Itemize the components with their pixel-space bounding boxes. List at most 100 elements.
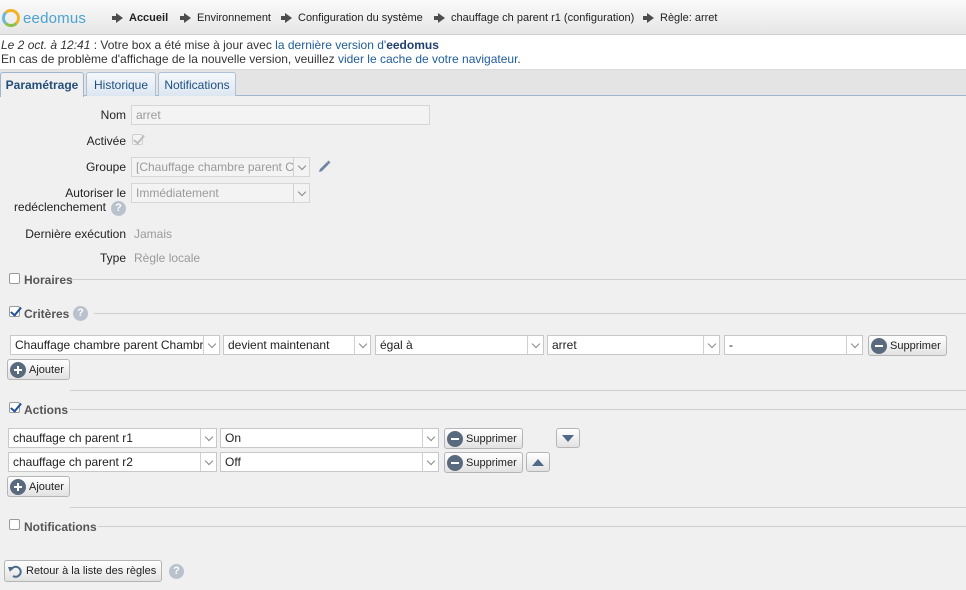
chevron-down-icon: [422, 453, 438, 471]
breadcrumb-device[interactable]: chauffage ch parent r1 (configuration): [434, 12, 634, 24]
notice-line-1: Le 2 oct. à 12:41 : Votre box a été mise…: [1, 38, 966, 52]
move-up-button[interactable]: [526, 452, 550, 472]
select-value: On: [225, 431, 242, 445]
tab-parametrage[interactable]: Paramétrage: [0, 72, 84, 97]
notice-text: .: [517, 52, 521, 66]
criteria-checkbox[interactable]: [9, 306, 20, 317]
latest-version-link[interactable]: la dernière version d': [275, 38, 386, 52]
criteria-value-select[interactable]: arret: [547, 335, 720, 355]
enabled-label: Activée: [86, 134, 126, 148]
divider: [70, 390, 966, 391]
update-notice: Le 2 oct. à 12:41 : Votre box a été mise…: [0, 35, 966, 70]
breadcrumb-label: Règle: arret: [660, 12, 718, 24]
divider: [70, 279, 966, 280]
arrow-down-icon: [562, 434, 574, 442]
button-label: Supprimer: [466, 432, 517, 445]
arrow-up-icon: [532, 458, 544, 466]
criteria-operator-select[interactable]: égal à: [375, 335, 544, 355]
breadcrumb-arrow-icon: [180, 13, 191, 23]
action-device-select-1[interactable]: chauffage ch parent r1: [8, 428, 217, 448]
action-delete-button-1[interactable]: Supprimer: [444, 428, 523, 449]
criteria-section-title: Critères: [24, 307, 70, 321]
type-value: Règle locale: [134, 251, 201, 265]
tab-notifications[interactable]: Notifications: [158, 72, 236, 96]
group-label: Groupe: [85, 160, 126, 174]
minus-circle-icon: [447, 430, 463, 447]
schedule-checkbox[interactable]: [9, 273, 20, 284]
button-label: Supprimer: [466, 456, 517, 469]
logo-ring-icon: [2, 9, 20, 27]
name-input[interactable]: arret: [131, 105, 430, 125]
select-value: devient maintenant: [228, 338, 330, 352]
divider: [70, 507, 966, 508]
group-select-value: [Chauffage chambre parent C: [136, 160, 294, 174]
eedomus-logo[interactable]: eedomus: [0, 8, 86, 28]
clear-cache-link[interactable]: vider le cache de votre navigateur: [338, 52, 517, 66]
button-label: Retour à la liste des règles: [26, 565, 157, 577]
action-value-select-2[interactable]: Off: [220, 452, 439, 472]
move-down-button[interactable]: [556, 428, 580, 448]
button-label: Ajouter: [29, 363, 64, 376]
breadcrumb-configuration[interactable]: Configuration du système: [281, 12, 423, 24]
chevron-down-icon: [293, 158, 309, 176]
notice-date: Le 2 oct. à 12:41: [1, 38, 91, 52]
logo-text: eedomus: [23, 9, 87, 27]
back-to-rules-button[interactable]: Retour à la liste des règles: [4, 560, 163, 582]
chevron-down-icon: [293, 184, 309, 202]
breadcrumb-label: Configuration du système: [298, 12, 423, 24]
enabled-checkbox[interactable]: [132, 134, 143, 145]
chevron-down-icon: [846, 336, 862, 354]
retrigger-label-line1: Autoriser le: [65, 186, 126, 200]
action-device-select-2[interactable]: chauffage ch parent r2: [8, 452, 217, 472]
action-value-select-1[interactable]: On: [220, 428, 439, 448]
action-add-button[interactable]: Ajouter: [7, 476, 70, 497]
criteria-delete-button[interactable]: Supprimer: [868, 335, 947, 356]
select-value: chauffage ch parent r2: [13, 455, 133, 469]
select-value: arret: [552, 338, 577, 352]
group-select[interactable]: [Chauffage chambre parent C: [131, 157, 310, 177]
breadcrumb-label: chauffage ch parent r1 (configuration): [451, 12, 635, 24]
tab-historique[interactable]: Historique: [86, 72, 156, 96]
criteria-device-select[interactable]: Chauffage chambre parent Chambr: [10, 335, 220, 355]
plus-circle-icon: [10, 361, 26, 378]
criteria-condition-select[interactable]: devient maintenant: [223, 335, 371, 355]
notice-brand: eedomus: [386, 38, 439, 52]
notice-line-2: En cas de problème d'affichage de la nou…: [1, 52, 966, 66]
chevron-down-icon: [354, 336, 370, 354]
chevron-down-icon: [527, 336, 543, 354]
select-value: Chauffage chambre parent Chambr: [15, 338, 204, 352]
criteria-extra-select[interactable]: -: [724, 335, 863, 355]
breadcrumb-arrow-icon: [643, 13, 654, 23]
retrigger-label-line2: redéclenchement: [13, 200, 106, 214]
breadcrumb-accueil[interactable]: Accueil: [112, 12, 168, 24]
select-value: Off: [225, 455, 241, 469]
help-icon[interactable]: ?: [73, 306, 88, 321]
divider: [70, 409, 966, 410]
breadcrumb-rule: Règle: arret: [643, 12, 717, 24]
notice-text: En cas de problème d'affichage de la nou…: [1, 52, 338, 66]
notice-text: : Votre box a été mise à jour avec: [90, 38, 276, 52]
breadcrumb-label: Accueil: [129, 12, 169, 24]
action-delete-button-2[interactable]: Supprimer: [444, 452, 523, 473]
edit-pencil-icon[interactable]: [316, 159, 332, 175]
type-label: Type: [99, 251, 126, 265]
chevron-down-icon: [200, 453, 216, 471]
minus-circle-icon: [871, 337, 887, 354]
breadcrumb-arrow-icon: [434, 13, 445, 23]
select-value: chauffage ch parent r1: [13, 431, 133, 445]
retrigger-select[interactable]: Immédiatement: [131, 183, 310, 203]
help-icon[interactable]: ?: [111, 201, 126, 216]
notifications-checkbox[interactable]: [9, 519, 20, 530]
last-execution-value: Jamais: [134, 227, 173, 241]
select-value: égal à: [380, 338, 413, 352]
breadcrumb-environnement[interactable]: Environnement: [180, 12, 271, 24]
chevron-down-icon: [703, 336, 719, 354]
criteria-add-button[interactable]: Ajouter: [7, 359, 70, 380]
notifications-section-title: Notifications: [24, 520, 97, 534]
help-icon[interactable]: ?: [169, 564, 184, 579]
button-label: Supprimer: [890, 339, 941, 352]
button-label: Ajouter: [29, 480, 64, 493]
actions-checkbox[interactable]: [9, 402, 20, 413]
breadcrumb-arrow-icon: [281, 13, 292, 23]
chevron-down-icon: [422, 429, 438, 447]
